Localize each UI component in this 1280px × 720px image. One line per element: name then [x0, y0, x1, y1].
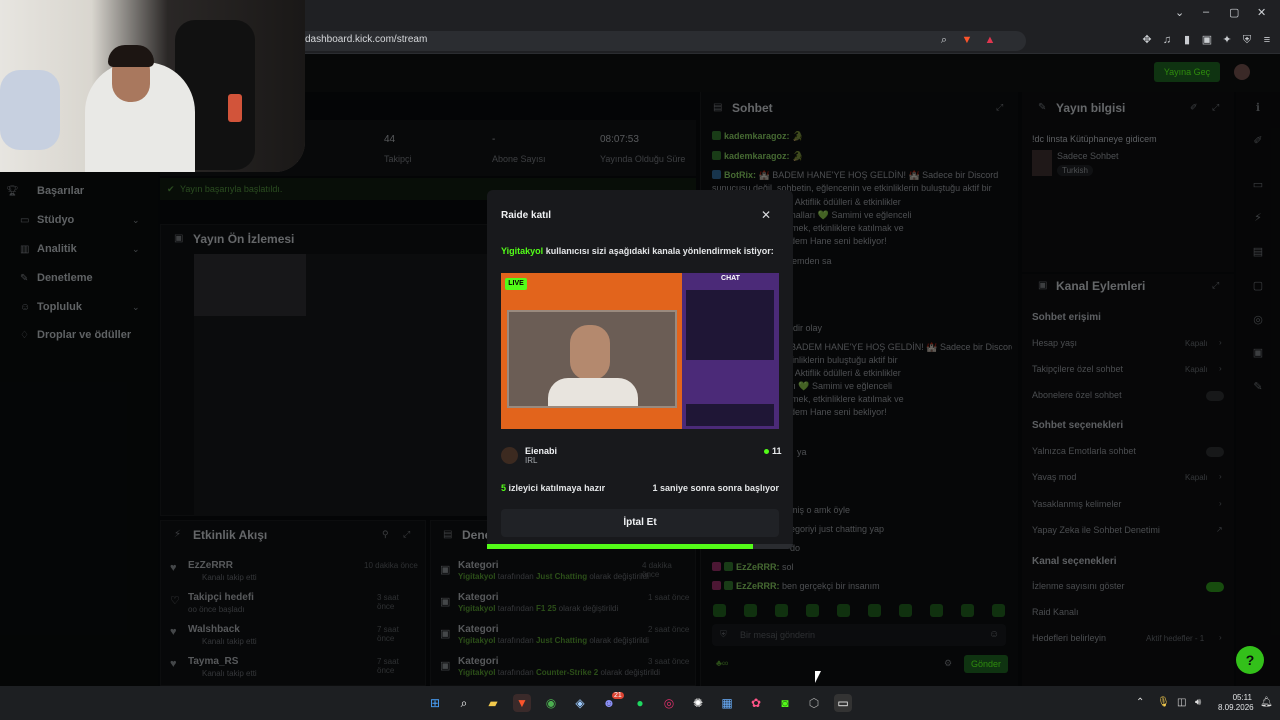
app-icon[interactable]: ✿ — [747, 694, 765, 712]
raid-progress-fill — [487, 544, 753, 549]
maximize-button[interactable]: ▢ — [1229, 6, 1239, 19]
brave-icon[interactable]: ▼ — [513, 694, 531, 712]
thumbnail-body — [548, 378, 638, 406]
thumbnail-chat-box — [686, 404, 774, 426]
modal-title: Raide katıl — [501, 210, 552, 221]
minimize-button[interactable]: – — [1203, 6, 1209, 18]
terminal-icon[interactable]: ▭ — [834, 694, 852, 712]
clock-time: 05:11 — [1232, 693, 1252, 702]
live-badge: LIVE — [505, 278, 527, 290]
viewer-count: 11 — [772, 446, 782, 456]
network-icon[interactable]: ◫ — [1177, 697, 1186, 708]
media-icon[interactable]: ♫ — [1160, 33, 1174, 47]
clock-date: 8.09.2026 — [1218, 703, 1254, 712]
close-icon[interactable]: ✕ — [761, 208, 771, 222]
cancel-raid-button[interactable]: İptal Et — [501, 509, 779, 537]
mouse-cursor — [815, 671, 821, 683]
thumbnail-chat-label: CHAT — [721, 275, 740, 282]
microphone-icon[interactable]: 🎙︎ — [1157, 697, 1170, 708]
unity-icon[interactable]: ⬡ — [805, 694, 823, 712]
zoom-icon[interactable]: ⌕ — [937, 33, 951, 47]
tray-chevron-icon[interactable]: ⌃ — [1136, 697, 1144, 708]
avatar — [501, 447, 518, 464]
folder-icon[interactable]: ▰ — [484, 694, 502, 712]
raid-channel-category: IRL — [525, 456, 538, 465]
volume-icon[interactable]: 🔊︎ — [1195, 697, 1201, 708]
tab-list-button[interactable]: ⌄ — [1175, 6, 1184, 19]
instagram-icon[interactable]: ◎ — [660, 694, 678, 712]
start-icon[interactable]: ⊞ — [426, 694, 444, 712]
brave-rewards-icon[interactable]: ▲ — [983, 33, 997, 47]
webcam-lamp — [228, 94, 242, 122]
close-window-button[interactable]: ✕ — [1257, 6, 1266, 19]
thumbnail-chat-box — [686, 290, 774, 360]
photos-icon[interactable]: ▦ — [718, 694, 736, 712]
webcam-blanket — [0, 70, 60, 150]
sidebar-toggle-icon[interactable]: ▮ — [1180, 33, 1194, 47]
notifications-icon[interactable]: 🔔︎ — [1260, 697, 1273, 708]
thumbnail-face — [570, 325, 610, 380]
extensions-icon[interactable]: ✥ — [1140, 33, 1154, 47]
clock[interactable]: 05:11 8.09.2026 — [1218, 693, 1254, 713]
webcam-hair — [108, 45, 154, 67]
search-icon[interactable]: ⌕ — [455, 694, 473, 712]
raid-message: Yigitakyol kullanıcısı sizi aşağıdaki ka… — [501, 246, 774, 256]
live-dot-icon — [764, 449, 769, 454]
menu-icon[interactable]: ≡ — [1260, 33, 1274, 47]
help-button[interactable]: ? — [1236, 646, 1264, 674]
brave-shield-icon[interactable]: ▼ — [960, 33, 974, 47]
url-text[interactable]: dashboard.kick.com/stream — [305, 34, 427, 45]
raid-channel-name: Eienabi — [525, 446, 558, 456]
webcam-overlay — [0, 0, 305, 172]
ready-viewers: 5 izleyici katılmaya hazır — [501, 483, 606, 493]
spotify-icon[interactable]: ● — [631, 694, 649, 712]
chatgpt-icon[interactable]: ✺ — [689, 694, 707, 712]
raid-countdown: 1 saniye sonra sonra başlıyor — [652, 483, 779, 493]
notification-badge: 21 — [612, 692, 624, 699]
vpn-icon[interactable]: ⛨ — [1240, 33, 1254, 47]
kick-icon[interactable]: ◙ — [776, 694, 794, 712]
leo-icon[interactable]: ✦ — [1220, 33, 1234, 47]
chrome-icon[interactable]: ◉ — [542, 694, 560, 712]
steam-icon[interactable]: ◈ — [571, 694, 589, 712]
wallet-icon[interactable]: ▣ — [1200, 33, 1214, 47]
